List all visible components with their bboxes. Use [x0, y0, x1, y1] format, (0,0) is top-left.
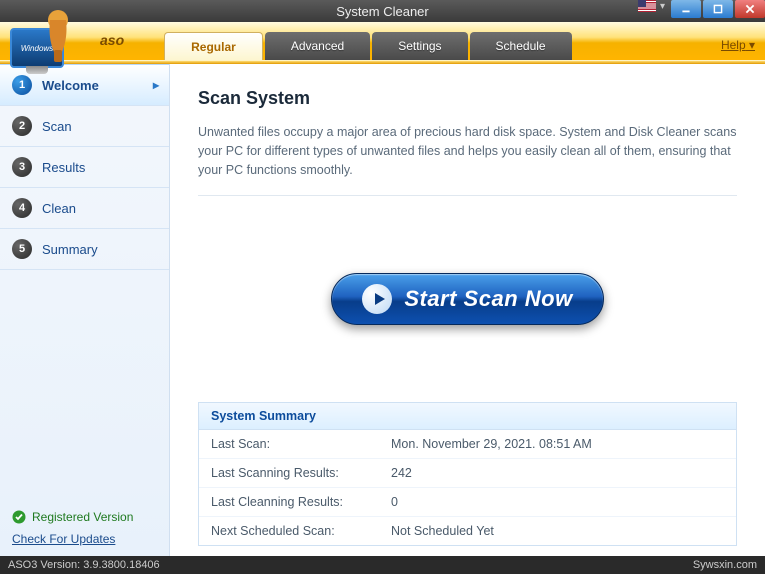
- page-description: Unwanted files occupy a major area of pr…: [198, 123, 737, 196]
- summary-row: Next Scheduled Scan: Not Scheduled Yet: [199, 517, 736, 545]
- titlebar: System Cleaner ▾: [0, 0, 765, 22]
- summary-key: Last Scan:: [211, 437, 391, 451]
- summary-row: Last Cleanning Results: 0: [199, 488, 736, 517]
- step-label: Results: [42, 160, 85, 175]
- check-circle-icon: [12, 510, 26, 524]
- close-button[interactable]: [735, 0, 765, 18]
- sidebar: 1 Welcome 2 Scan 3 Results 4 Clean 5 Sum…: [0, 64, 170, 556]
- minimize-button[interactable]: [671, 0, 701, 18]
- tab-schedule[interactable]: Schedule: [470, 32, 572, 60]
- main-area: 1 Welcome 2 Scan 3 Results 4 Clean 5 Sum…: [0, 64, 765, 556]
- top-nav: Windows aso Regular Advanced Settings Sc…: [0, 22, 765, 60]
- chevron-down-icon: ▾: [660, 1, 665, 12]
- sidebar-footer: Registered Version Check For Updates: [0, 500, 169, 556]
- step-label: Clean: [42, 201, 76, 216]
- summary-key: Last Scanning Results:: [211, 466, 391, 480]
- summary-value: Mon. November 29, 2021. 08:51 AM: [391, 437, 592, 451]
- tab-regular[interactable]: Regular: [164, 32, 263, 60]
- sidebar-step-summary[interactable]: 5 Summary: [0, 229, 169, 270]
- status-bar: ASO3 Version: 3.9.3800.18406 Sywsxin.com: [0, 556, 765, 574]
- step-number-icon: 3: [12, 157, 32, 177]
- play-icon: [362, 284, 392, 314]
- version-label: ASO3 Version: 3.9.3800.18406: [8, 559, 160, 571]
- summary-key: Next Scheduled Scan:: [211, 524, 391, 538]
- step-label: Summary: [42, 242, 98, 257]
- flag-us-icon: [638, 0, 656, 12]
- start-scan-button[interactable]: Start Scan Now: [331, 273, 603, 325]
- summary-row: Last Scanning Results: 242: [199, 459, 736, 488]
- summary-row: Last Scan: Mon. November 29, 2021. 08:51…: [199, 430, 736, 459]
- step-label: Scan: [42, 119, 72, 134]
- check-updates-link[interactable]: Check For Updates: [12, 532, 157, 546]
- step-number-icon: 1: [12, 75, 32, 95]
- sidebar-step-scan[interactable]: 2 Scan: [0, 106, 169, 147]
- page-heading: Scan System: [198, 88, 737, 109]
- window-controls: [669, 0, 765, 18]
- tab-advanced[interactable]: Advanced: [265, 32, 370, 60]
- watermark: Sywsxin.com: [693, 559, 757, 571]
- summary-value: Not Scheduled Yet: [391, 524, 494, 538]
- system-summary-panel: System Summary Last Scan: Mon. November …: [198, 402, 737, 546]
- summary-value: 0: [391, 495, 398, 509]
- window-title: System Cleaner: [336, 4, 428, 19]
- step-number-icon: 5: [12, 239, 32, 259]
- summary-title: System Summary: [199, 403, 736, 430]
- brand-text: aso: [100, 32, 124, 48]
- sidebar-step-clean[interactable]: 4 Clean: [0, 188, 169, 229]
- sidebar-step-welcome[interactable]: 1 Welcome: [0, 64, 169, 106]
- tab-settings[interactable]: Settings: [372, 32, 467, 60]
- registered-label: Registered Version: [32, 510, 133, 524]
- help-link[interactable]: Help ▾: [721, 38, 755, 52]
- locale-selector[interactable]: ▾: [638, 0, 665, 12]
- maximize-button[interactable]: [703, 0, 733, 18]
- registered-status: Registered Version: [12, 510, 157, 524]
- content-pane: Scan System Unwanted files occupy a majo…: [170, 64, 765, 556]
- scan-button-label: Start Scan Now: [404, 286, 572, 312]
- sidebar-step-results[interactable]: 3 Results: [0, 147, 169, 188]
- step-label: Welcome: [42, 78, 99, 93]
- scan-button-area: Start Scan Now: [198, 196, 737, 402]
- step-number-icon: 4: [12, 198, 32, 218]
- step-number-icon: 2: [12, 116, 32, 136]
- step-list: 1 Welcome 2 Scan 3 Results 4 Clean 5 Sum…: [0, 64, 169, 500]
- tab-bar: Regular Advanced Settings Schedule: [164, 32, 573, 60]
- summary-key: Last Cleanning Results:: [211, 495, 391, 509]
- summary-value: 242: [391, 466, 412, 480]
